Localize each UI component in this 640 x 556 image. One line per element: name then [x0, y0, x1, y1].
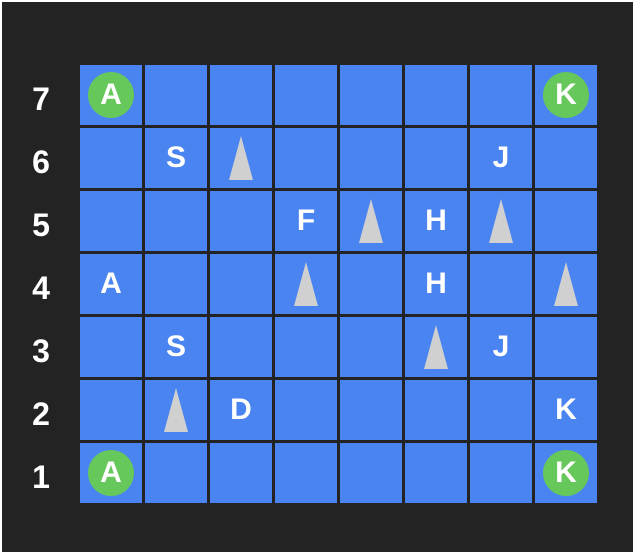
board-cell[interactable] [275, 128, 337, 188]
cone-icon[interactable] [358, 197, 384, 245]
board-cell[interactable] [535, 191, 597, 251]
board-cell[interactable]: K [535, 65, 597, 125]
letter-piece[interactable]: S [166, 143, 186, 173]
letter-piece[interactable]: K [555, 395, 577, 425]
board-cell[interactable]: D [210, 380, 272, 440]
board-cell[interactable] [340, 65, 402, 125]
board-cell[interactable] [145, 254, 207, 314]
letter-piece[interactable]: D [230, 395, 252, 425]
board-cell[interactable] [470, 65, 532, 125]
board-cell[interactable] [470, 254, 532, 314]
letter-piece[interactable]: J [493, 143, 510, 173]
board-cell[interactable] [405, 317, 467, 377]
letter-piece[interactable]: A [100, 269, 122, 299]
board-cell[interactable] [405, 128, 467, 188]
row-label: 2 [32, 396, 50, 432]
board-cell[interactable] [340, 443, 402, 503]
row-label: 4 [32, 270, 50, 306]
board-cell[interactable] [340, 380, 402, 440]
row-label: 5 [32, 207, 50, 243]
cone-icon[interactable] [163, 386, 189, 434]
board-cell[interactable] [145, 380, 207, 440]
board-cell[interactable] [275, 443, 337, 503]
row-label: 7 [32, 81, 50, 117]
board-cell[interactable] [340, 317, 402, 377]
board-cell[interactable] [80, 128, 142, 188]
board-cell[interactable]: F [275, 191, 337, 251]
board-cell[interactable] [210, 317, 272, 377]
cone-icon[interactable] [423, 323, 449, 371]
board-cell[interactable]: K [535, 380, 597, 440]
board-cell[interactable] [210, 443, 272, 503]
letter-piece[interactable]: H [425, 269, 447, 299]
row-label: 6 [32, 144, 50, 180]
board-cell[interactable] [210, 128, 272, 188]
board-cell[interactable] [210, 191, 272, 251]
board-cell[interactable] [470, 191, 532, 251]
board-cell[interactable]: J [470, 317, 532, 377]
board-cell[interactable] [210, 65, 272, 125]
board-cell[interactable] [340, 254, 402, 314]
letter-piece[interactable]: S [166, 332, 186, 362]
board-cell[interactable]: A [80, 65, 142, 125]
board-cell[interactable] [145, 443, 207, 503]
board-cell[interactable] [145, 191, 207, 251]
board-cell[interactable]: A [80, 254, 142, 314]
badge-piece[interactable]: A [88, 72, 134, 118]
board-cell[interactable]: H [405, 191, 467, 251]
board-cell[interactable]: S [145, 317, 207, 377]
letter-piece[interactable]: J [493, 332, 510, 362]
board-cell[interactable] [275, 254, 337, 314]
badge-piece[interactable]: K [543, 450, 589, 496]
board-cell[interactable]: A [80, 443, 142, 503]
board-cell[interactable]: J [470, 128, 532, 188]
board-cell[interactable]: S [145, 128, 207, 188]
board-cell[interactable] [340, 191, 402, 251]
board-cell[interactable]: H [405, 254, 467, 314]
badge-piece[interactable]: A [88, 450, 134, 496]
board-cell[interactable] [470, 380, 532, 440]
game-board: A K S J F H A H S J D K A K [80, 65, 598, 519]
letter-piece[interactable]: H [425, 206, 447, 236]
board-cell[interactable] [210, 254, 272, 314]
board-cell[interactable] [80, 317, 142, 377]
cone-icon[interactable] [228, 134, 254, 182]
cone-icon[interactable] [293, 260, 319, 308]
board-cell[interactable] [405, 65, 467, 125]
badge-piece[interactable]: K [543, 72, 589, 118]
board-cell[interactable] [405, 443, 467, 503]
board-cell[interactable] [535, 317, 597, 377]
board-cell[interactable] [275, 380, 337, 440]
board-cell[interactable] [535, 128, 597, 188]
board-cell[interactable] [80, 191, 142, 251]
board-cell[interactable]: K [535, 443, 597, 503]
board-cell[interactable] [470, 443, 532, 503]
cone-icon[interactable] [553, 260, 579, 308]
cone-icon[interactable] [488, 197, 514, 245]
board-cell[interactable] [340, 128, 402, 188]
letter-piece[interactable]: F [297, 206, 315, 236]
board-cell[interactable] [275, 317, 337, 377]
row-label: 1 [32, 459, 50, 495]
board-cell[interactable] [535, 254, 597, 314]
game-frame: 7 6 5 4 3 2 1 A K S J F H A H S J D K A K [2, 2, 633, 552]
board-cell[interactable] [275, 65, 337, 125]
board-cell[interactable] [405, 380, 467, 440]
board-cell[interactable] [80, 380, 142, 440]
row-label: 3 [32, 333, 50, 369]
board-cell[interactable] [145, 65, 207, 125]
